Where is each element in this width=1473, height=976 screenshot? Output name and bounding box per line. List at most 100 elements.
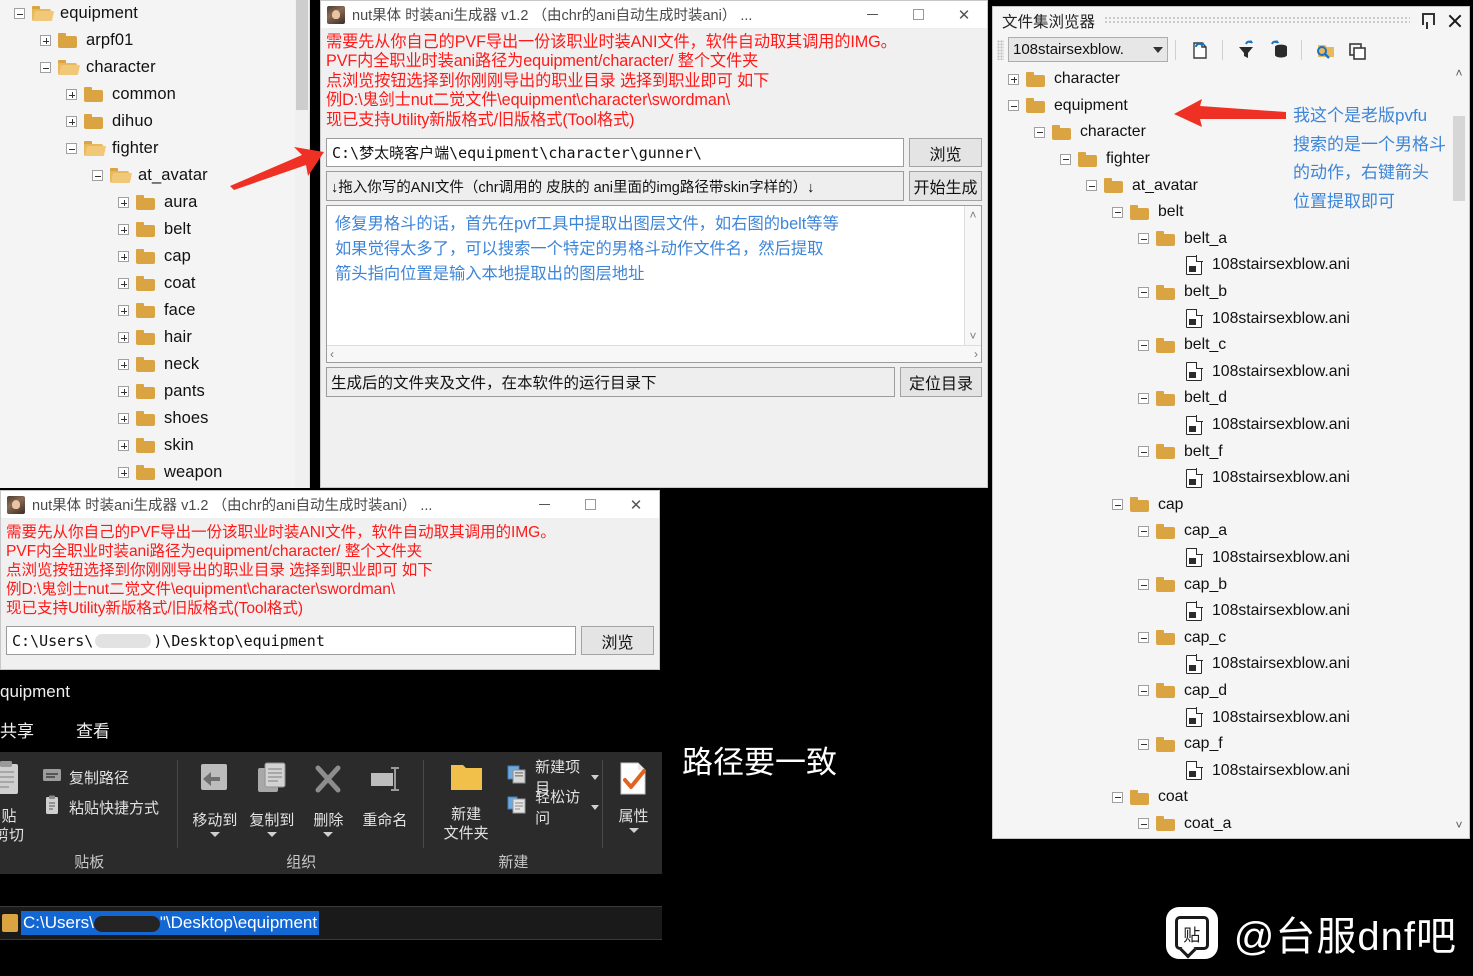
- close-button[interactable]: ✕: [941, 1, 987, 29]
- file-tree-item[interactable]: 108stairsexblow.ani: [994, 651, 1468, 678]
- explorer-address-bar[interactable]: C:\Users\"\Desktop\equipment: [0, 906, 662, 940]
- log-vertical-scrollbar[interactable]: ˄ ˅: [964, 206, 981, 345]
- tab-view[interactable]: 查看: [76, 717, 110, 742]
- move-to-button[interactable]: 移动到: [186, 758, 243, 839]
- file-tree-item[interactable]: 108stairsexblow.ani: [994, 359, 1468, 386]
- copy-to-button[interactable]: 复制到: [243, 758, 300, 839]
- pvf-tree-item[interactable]: dihuo: [0, 108, 309, 135]
- explorer-ribbon-tabs[interactable]: 共享 查看: [0, 717, 110, 742]
- minimize-button[interactable]: [849, 1, 895, 29]
- ani-generator-dialog-bottom[interactable]: nut果体 时装ani生成器 v1.2 （由chr的ani自动生成时装ani） …: [0, 490, 660, 670]
- ani-generator-dialog-top[interactable]: nut果体 时装ani生成器 v1.2 （由chr的ani自动生成时装ani） …: [320, 0, 988, 488]
- collapse-icon[interactable]: [1112, 499, 1123, 510]
- paste-button[interactable]: 贴 剪切: [0, 758, 32, 847]
- pvf-tree-item[interactable]: aura: [0, 189, 309, 216]
- scroll-down-arrow[interactable]: ˅: [969, 329, 976, 343]
- easy-access-button[interactable]: 轻松访问: [502, 792, 602, 822]
- browse-button-2[interactable]: 浏览: [581, 626, 654, 655]
- collapse-icon[interactable]: [1086, 180, 1097, 191]
- path-input-row[interactable]: C:\梦太晓客户端\equipment\character\gunner\ 浏览: [326, 138, 982, 167]
- collapse-icon[interactable]: [1008, 100, 1019, 111]
- expand-icon[interactable]: [66, 116, 77, 127]
- chevron-down-icon-easy[interactable]: [591, 805, 599, 810]
- collapse-icon[interactable]: [14, 8, 25, 19]
- pvf-tree-scrollbar[interactable]: [295, 0, 309, 488]
- pvf-tree-item[interactable]: arpf01: [0, 27, 309, 54]
- collapse-icon[interactable]: [1138, 739, 1149, 750]
- collapse-icon[interactable]: [1138, 685, 1149, 696]
- window-buttons-2[interactable]: ✕: [521, 491, 659, 519]
- expand-icon[interactable]: [118, 332, 129, 343]
- expand-icon[interactable]: [118, 359, 129, 370]
- chevron-down-icon-props[interactable]: [629, 828, 639, 833]
- expand-icon[interactable]: [66, 89, 77, 100]
- file-tree-item[interactable]: 108stairsexblow.ani: [994, 598, 1468, 625]
- pvf-tree-item[interactable]: character: [0, 54, 309, 81]
- file-set-combo[interactable]: 108stairsexblow.: [1008, 37, 1168, 62]
- pvf-tree-item[interactable]: common: [0, 81, 309, 108]
- paste-shortcut-button[interactable]: 粘贴快捷方式: [38, 792, 163, 822]
- pvf-tree-item[interactable]: coat: [0, 270, 309, 297]
- folder-tree-item[interactable]: coat_a: [994, 811, 1468, 837]
- dialog-titlebar-2[interactable]: nut果体 时装ani生成器 v1.2 （由chr的ani自动生成时装ani） …: [1, 491, 659, 519]
- path-input[interactable]: C:\梦太晓客户端\equipment\character\gunner\: [326, 138, 904, 167]
- folder-tree-item[interactable]: belt_f: [994, 438, 1468, 465]
- collapse-icon[interactable]: [1112, 207, 1123, 218]
- locate-directory-button[interactable]: 定位目录: [900, 367, 982, 397]
- collapse-icon[interactable]: [66, 143, 77, 154]
- new-folder-button[interactable]: 新建 文件夹: [434, 758, 498, 845]
- chevron-down-icon[interactable]: [1153, 47, 1163, 53]
- delete-button[interactable]: 删除: [300, 758, 356, 839]
- explorer-ribbon[interactable]: 贴 剪切 复制路径 粘贴快捷方式: [0, 752, 662, 874]
- expand-icon[interactable]: [118, 224, 129, 235]
- pvf-tree-item[interactable]: fighter: [0, 135, 309, 162]
- browse-button[interactable]: 浏览: [909, 138, 982, 167]
- collapse-icon[interactable]: [1138, 579, 1149, 590]
- generate-button[interactable]: 开始生成: [909, 171, 982, 201]
- folder-tree-item[interactable]: coat: [994, 784, 1468, 811]
- scroll-right-arrow[interactable]: ›: [974, 347, 978, 361]
- folder-tree-item[interactable]: cap_d: [994, 678, 1468, 705]
- chevron-down-icon-delete[interactable]: [323, 832, 333, 837]
- maximize-button[interactable]: [895, 1, 941, 29]
- expand-icon[interactable]: [118, 197, 129, 208]
- collapse-icon[interactable]: [1138, 340, 1149, 351]
- scroll-left-arrow[interactable]: ‹: [330, 347, 334, 361]
- search-folder-icon[interactable]: [1312, 38, 1338, 62]
- expand-icon[interactable]: [1008, 74, 1019, 85]
- tab-share[interactable]: 共享: [0, 717, 34, 742]
- copy-window-icon[interactable]: [1344, 38, 1370, 62]
- folder-tree-item[interactable]: belt_b: [994, 279, 1468, 306]
- file-set-tree-scrollbar[interactable]: ˄ ˅: [1451, 66, 1467, 836]
- maximize-button-2[interactable]: [567, 491, 613, 519]
- collapse-icon[interactable]: [1060, 154, 1071, 165]
- export-file-icon[interactable]: [1186, 38, 1212, 62]
- scroll-down-arrow-right[interactable]: ˅: [1451, 818, 1467, 836]
- folder-tree-item[interactable]: belt_c: [994, 332, 1468, 359]
- ribbon-group-organize[interactable]: 移动到 复制到 删除: [178, 752, 424, 874]
- scroll-up-arrow-right[interactable]: ˄: [1451, 66, 1467, 84]
- expand-icon[interactable]: [118, 413, 129, 424]
- collapse-icon[interactable]: [1138, 632, 1149, 643]
- collapse-icon[interactable]: [1138, 233, 1149, 244]
- scrollbar-thumb[interactable]: [296, 0, 308, 110]
- import-db-icon[interactable]: [1265, 38, 1291, 62]
- pvf-tree-item[interactable]: shoes: [0, 405, 309, 432]
- pvf-tree-rows[interactable]: equipmentarpf01charactercommondihuofight…: [0, 0, 309, 486]
- close-icon[interactable]: [1447, 13, 1463, 29]
- scroll-up-arrow[interactable]: ˄: [969, 208, 976, 222]
- collapse-icon[interactable]: [1034, 127, 1045, 138]
- folder-tree-item[interactable]: cap_a: [994, 518, 1468, 545]
- chevron-down-icon-newitem[interactable]: [591, 775, 599, 780]
- expand-icon[interactable]: [40, 35, 51, 46]
- folder-tree-item[interactable]: belt_d: [994, 385, 1468, 412]
- footer-row[interactable]: 生成后的文件夹及文件，在本软件的运行目录下 定位目录: [326, 367, 982, 397]
- pvf-tree-item[interactable]: weapon: [0, 459, 309, 486]
- pin-icon[interactable]: [1419, 12, 1435, 30]
- collapse-icon[interactable]: [1138, 446, 1149, 457]
- ribbon-group-clipboard[interactable]: 贴 剪切 复制路径 粘贴快捷方式: [0, 752, 178, 874]
- pvf-tree-item[interactable]: hair: [0, 324, 309, 351]
- ribbon-group-open[interactable]: 属性: [603, 752, 662, 874]
- address-text[interactable]: C:\Users\"\Desktop\equipment: [21, 911, 319, 935]
- folder-tree-item[interactable]: cap_b: [994, 571, 1468, 598]
